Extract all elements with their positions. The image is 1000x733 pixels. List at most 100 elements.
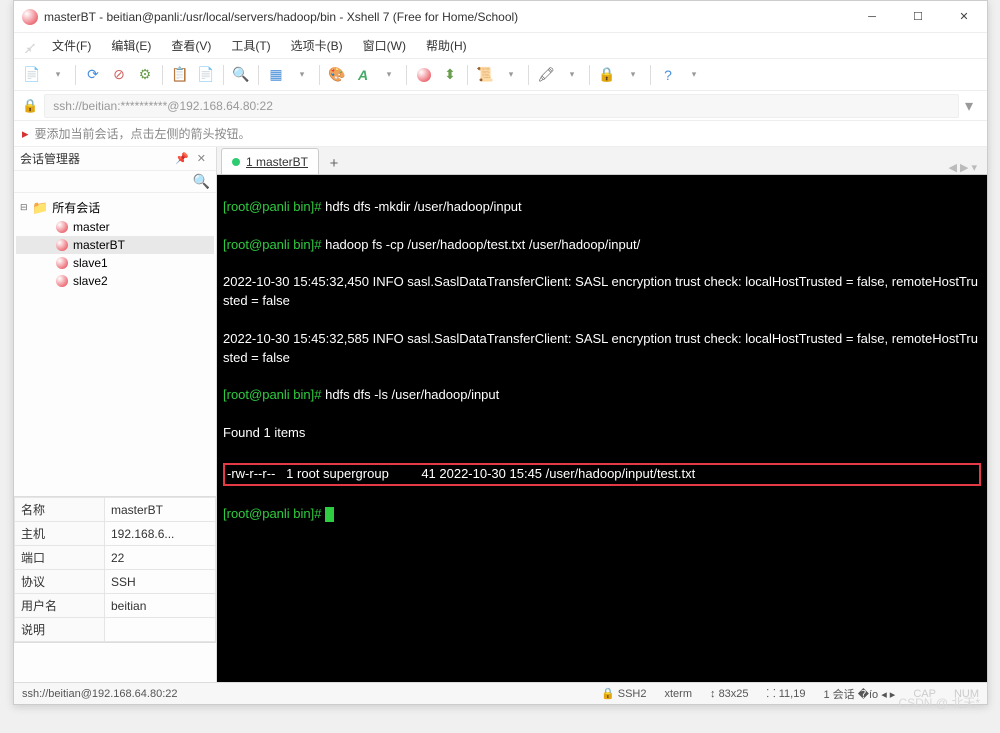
tab-menu-button[interactable]: ▾ bbox=[971, 161, 977, 174]
collapse-icon[interactable]: ⊟ bbox=[20, 202, 32, 213]
menu-file[interactable]: 文件(F) bbox=[44, 35, 99, 56]
terminal-line: Found 1 items bbox=[223, 424, 981, 443]
menu-edit[interactable]: 编辑(E) bbox=[103, 35, 159, 56]
addressbar: 🔒 ▾ bbox=[14, 91, 987, 121]
menu-view[interactable]: 查看(V) bbox=[163, 35, 219, 56]
help-button[interactable]: ? bbox=[656, 63, 680, 87]
reconnect-button[interactable]: ⟳ bbox=[81, 63, 105, 87]
font-dropdown[interactable]: ▾ bbox=[377, 63, 401, 87]
disconnect-button[interactable]: ⊘ bbox=[107, 63, 131, 87]
menu-help[interactable]: 帮助(H) bbox=[418, 35, 475, 56]
tipbar: ▸ 要添加当前会话，点击左侧的箭头按钮。 bbox=[14, 121, 987, 147]
session-label: slave2 bbox=[73, 274, 108, 288]
status-term: xterm bbox=[665, 688, 693, 700]
sidebar-search[interactable]: 🔍 bbox=[14, 171, 216, 193]
main-area: 1 masterBT + ◀ ▶ ▾ [root@panli bin]# hdf… bbox=[217, 147, 987, 682]
pin-icon bbox=[22, 39, 36, 53]
body-area: 会话管理器 📌 ✕ 🔍 ⊟ 📁 所有会话 master masterBT bbox=[14, 147, 987, 682]
close-button[interactable]: ✕ bbox=[941, 2, 987, 32]
new-dropdown[interactable]: ▾ bbox=[46, 63, 70, 87]
lock-button[interactable]: 🔒 bbox=[595, 63, 619, 87]
lock-dropdown[interactable]: ▾ bbox=[621, 63, 645, 87]
session-icon bbox=[56, 257, 68, 269]
status-ssh: 🔒 SSH2 bbox=[601, 687, 647, 700]
titlebar: masterBT - beitian@panli:/usr/local/serv… bbox=[14, 1, 987, 33]
menu-window[interactable]: 窗口(W) bbox=[355, 35, 414, 56]
xftp-button[interactable]: ⬍ bbox=[438, 63, 462, 87]
status-connection: ssh://beitian@192.168.64.80:22 bbox=[22, 688, 583, 700]
address-dropdown[interactable]: ▾ bbox=[959, 96, 979, 116]
tab-masterbt[interactable]: 1 masterBT bbox=[221, 148, 319, 174]
terminal-line: -rw-r--r-- 1 root supergroup 41 2022-10-… bbox=[227, 465, 977, 484]
maximize-button[interactable]: ☐ bbox=[895, 2, 941, 32]
sidebar-pin-button[interactable]: 📌 bbox=[171, 152, 193, 165]
session-item-slave1[interactable]: slave1 bbox=[16, 254, 214, 272]
new-session-button[interactable]: 📄 bbox=[20, 63, 44, 87]
separator bbox=[258, 65, 259, 85]
sidebar-title: 会话管理器 bbox=[20, 150, 171, 167]
tree-root-label: 所有会话 bbox=[52, 199, 100, 216]
session-label: masterBT bbox=[73, 238, 125, 252]
prop-proto-val: SSH bbox=[105, 570, 216, 594]
separator bbox=[406, 65, 407, 85]
prop-host-label: 主机 bbox=[15, 522, 105, 546]
separator bbox=[528, 65, 529, 85]
separator bbox=[162, 65, 163, 85]
toolbar: 📄 ▾ ⟳ ⊘ ⚙ 📋 📄 🔍 ▦ ▾ 🎨 A ▾ ⬍ 📜 ▾ 🖍 ▾ 🔒 ▾ … bbox=[14, 59, 987, 91]
session-item-slave2[interactable]: slave2 bbox=[16, 272, 214, 290]
status-cap: CAP bbox=[913, 688, 936, 700]
help-dropdown[interactable]: ▾ bbox=[682, 63, 706, 87]
highlighted-output: -rw-r--r-- 1 root supergroup 41 2022-10-… bbox=[223, 463, 981, 486]
tab-prev-button[interactable]: ◀ bbox=[949, 161, 957, 174]
prop-name-label: 名称 bbox=[15, 498, 105, 522]
menubar: 文件(F) 编辑(E) 查看(V) 工具(T) 选项卡(B) 窗口(W) 帮助(… bbox=[14, 33, 987, 59]
folder-icon: 📁 bbox=[32, 200, 48, 216]
separator bbox=[75, 65, 76, 85]
flag-icon: ▸ bbox=[22, 126, 29, 142]
xagent-icon[interactable] bbox=[412, 63, 436, 87]
color-button[interactable]: 🎨 bbox=[325, 63, 349, 87]
script-dropdown[interactable]: ▾ bbox=[499, 63, 523, 87]
session-icon bbox=[56, 221, 68, 233]
session-item-master[interactable]: master bbox=[16, 218, 214, 236]
menu-tab[interactable]: 选项卡(B) bbox=[283, 35, 351, 56]
prop-desc-val bbox=[105, 618, 216, 642]
prop-port-label: 端口 bbox=[15, 546, 105, 570]
session-label: slave1 bbox=[73, 256, 108, 270]
tree-root[interactable]: ⊟ 📁 所有会话 bbox=[16, 197, 214, 218]
highlight-button[interactable]: 🖍 bbox=[534, 63, 558, 87]
add-tab-button[interactable]: + bbox=[323, 152, 345, 174]
terminal[interactable]: [root@panli bin]# hdfs dfs -mkdir /user/… bbox=[217, 175, 987, 682]
layout-button[interactable]: ▦ bbox=[264, 63, 288, 87]
font-button[interactable]: A bbox=[351, 63, 375, 87]
app-icon bbox=[22, 9, 38, 25]
tab-next-button[interactable]: ▶ bbox=[960, 161, 968, 174]
sidebar-header: 会话管理器 📌 ✕ bbox=[14, 147, 216, 171]
properties-button[interactable]: ⚙ bbox=[133, 63, 157, 87]
window-controls: ─ ☐ ✕ bbox=[849, 2, 987, 32]
connected-indicator-icon bbox=[232, 158, 240, 166]
separator bbox=[223, 65, 224, 85]
sidebar-close-button[interactable]: ✕ bbox=[193, 152, 210, 165]
copy-button[interactable]: 📋 bbox=[168, 63, 192, 87]
menu-tools[interactable]: 工具(T) bbox=[223, 35, 278, 56]
separator bbox=[467, 65, 468, 85]
find-button[interactable]: 🔍 bbox=[229, 63, 253, 87]
script-button[interactable]: 📜 bbox=[473, 63, 497, 87]
highlight-dropdown[interactable]: ▾ bbox=[560, 63, 584, 87]
session-icon bbox=[56, 275, 68, 287]
minimize-button[interactable]: ─ bbox=[849, 2, 895, 32]
terminal-line: 2022-10-30 15:45:32,585 INFO sasl.SaslDa… bbox=[223, 330, 981, 368]
prop-proto-label: 协议 bbox=[15, 570, 105, 594]
prop-port-val: 22 bbox=[105, 546, 216, 570]
layout-dropdown[interactable]: ▾ bbox=[290, 63, 314, 87]
address-input[interactable] bbox=[44, 94, 959, 118]
terminal-line: 2022-10-30 15:45:32,450 INFO sasl.SaslDa… bbox=[223, 273, 981, 311]
terminal-prompt: [root@panli bin]# bbox=[223, 505, 981, 524]
tip-text: 要添加当前会话，点击左侧的箭头按钮。 bbox=[35, 125, 251, 142]
session-icon bbox=[56, 239, 68, 251]
tab-nav: ◀ ▶ ▾ bbox=[949, 161, 983, 174]
session-item-masterbt[interactable]: masterBT bbox=[16, 236, 214, 254]
prop-name-val: masterBT bbox=[105, 498, 216, 522]
paste-button[interactable]: 📄 bbox=[194, 63, 218, 87]
